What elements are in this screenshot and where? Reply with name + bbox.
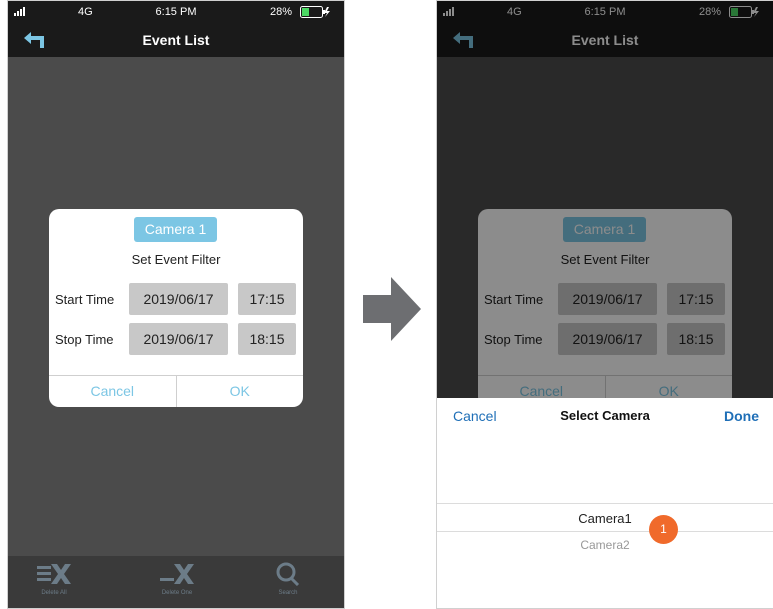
delete-one-label: Delete One <box>161 590 193 596</box>
dialog-buttons: Cancel OK <box>49 375 303 407</box>
picker-option-camera1[interactable]: Camera1 <box>437 511 773 526</box>
camera-select-button[interactable]: Camera 1 <box>134 217 217 242</box>
clock: 6:15 PM <box>155 6 197 18</box>
start-date-field[interactable]: 2019/06/17 <box>129 283 228 315</box>
battery-charging-icon <box>300 6 330 18</box>
stop-date-field[interactable]: 2019/06/17 <box>129 323 228 355</box>
search-icon <box>276 562 300 586</box>
stop-time-label: Stop Time <box>55 332 114 347</box>
search-label: Search <box>278 590 298 596</box>
stop-time-field[interactable]: 18:15 <box>238 323 296 355</box>
battery-percent: 28% <box>269 6 292 18</box>
ok-button[interactable]: OK <box>175 376 304 407</box>
status-bar: 4G 6:15 PM 28% <box>8 1 344 23</box>
start-time-label: Start Time <box>55 292 115 307</box>
dialog-title: Set Event Filter <box>131 252 221 267</box>
delete-all-button[interactable]: Delete All <box>14 562 94 596</box>
step-number-badge: 1 <box>649 515 678 544</box>
delete-all-label: Delete All <box>41 590 67 596</box>
start-time-field[interactable]: 17:15 <box>238 283 296 315</box>
phone-screen-left: 4G 6:15 PM 28% Event List Delete All Del… <box>7 0 345 609</box>
search-button[interactable]: Search <box>248 562 328 596</box>
page-title: Event List <box>142 32 210 48</box>
delete-one-button[interactable]: Delete One <box>137 562 217 596</box>
picker-option-camera2[interactable]: Camera2 <box>437 538 773 552</box>
bottom-toolbar: Delete All Delete One Search <box>8 556 344 608</box>
delete-one-icon <box>160 564 194 584</box>
dim-overlay <box>437 1 773 401</box>
nav-bar: Event List <box>8 23 344 57</box>
picker-title: Select Camera <box>560 408 650 423</box>
picker-done-button[interactable]: Done <box>724 408 759 424</box>
camera-picker-sheet: Cancel Select Camera Done Camera1 Camera… <box>437 398 773 608</box>
cancel-button[interactable]: Cancel <box>49 376 176 407</box>
delete-all-icon <box>37 564 71 584</box>
transition-arrow-icon <box>363 277 421 341</box>
phone-screen-right: 4G 6:15 PM 28% Event List Camera 1 Set E… <box>436 0 773 609</box>
event-filter-dialog: Camera 1 Set Event Filter Start Time 201… <box>49 209 303 407</box>
